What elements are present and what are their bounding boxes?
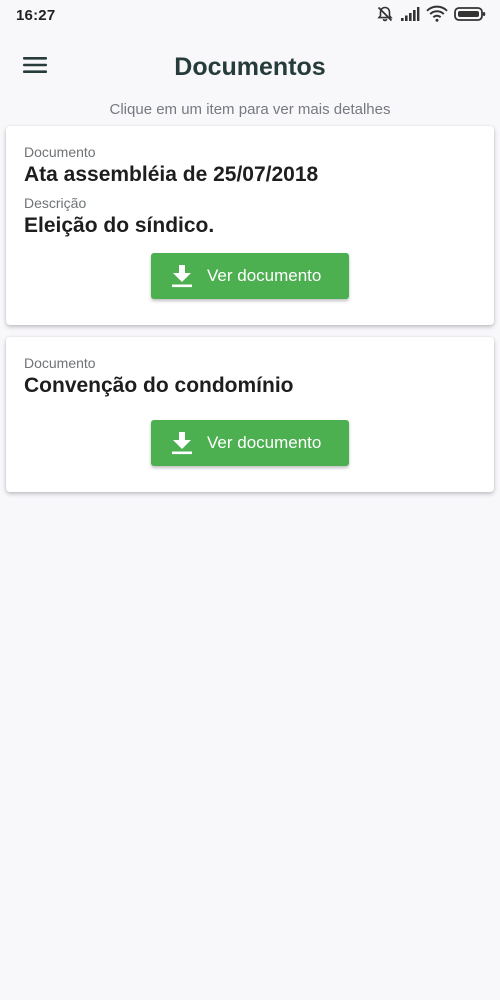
document-name: Ata assembléia de 25/07/2018 [24,163,319,186]
view-document-button[interactable]: Ver documento [151,253,349,299]
document-card[interactable]: Documento Convenção do condomínio Ver do… [6,337,494,492]
page-title: Documentos [174,53,326,81]
download-icon [171,431,193,455]
app-bar: Documentos [0,40,500,96]
view-document-button[interactable]: Ver documento [151,420,349,466]
document-label: Documento [24,144,96,160]
status-time: 16:27 [16,7,56,24]
download-icon [171,264,193,288]
signal-icon [400,6,420,27]
document-description: Eleição do síndico. [24,214,215,237]
status-bar: 16:27 [0,0,500,32]
wifi-icon [426,5,448,27]
view-document-label: Ver documento [207,433,322,452]
document-name: Convenção do condomínio [24,374,294,397]
view-document-label: Ver documento [207,266,322,285]
alarm-off-icon [376,5,394,28]
document-label: Documento [24,355,96,371]
document-card[interactable]: Documento Ata assembléia de 25/07/2018 D… [6,126,494,325]
status-icons [376,5,486,28]
battery-icon [454,6,486,27]
instruction-text: Clique em um item para ver mais detalhes [109,101,391,118]
description-label: Descrição [24,195,87,211]
